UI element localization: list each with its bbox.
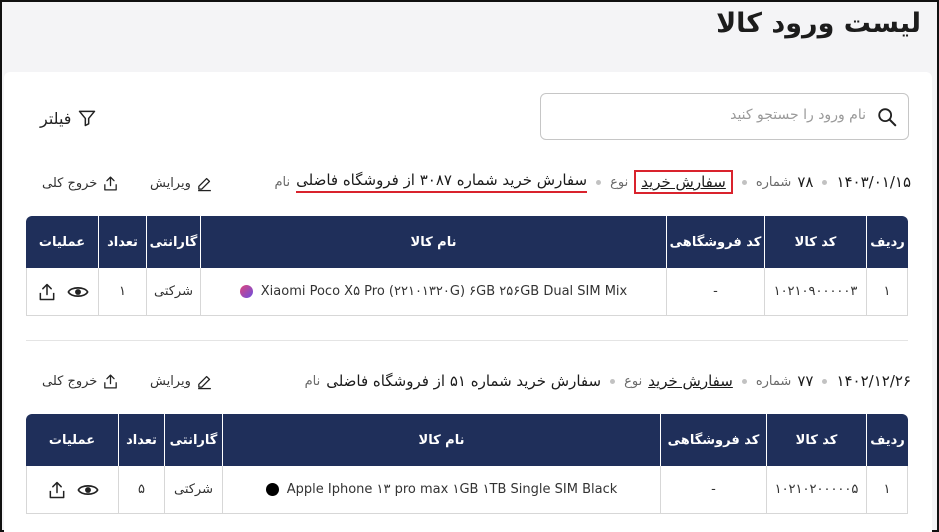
items-table-2: ردیف کد کالا کد فروشگاهی نام کالا گارانت… xyxy=(26,414,908,514)
export-button[interactable]: خروج کلی xyxy=(42,172,119,194)
color-swatch xyxy=(265,483,279,496)
col-header-store-code: کد فروشگاهی xyxy=(666,216,764,268)
col-header-product: نام کالا xyxy=(200,216,666,268)
product-name: Apple Iphone ۱۳ pro max ۱GB ۱TB Single S… xyxy=(286,482,618,497)
cell-warranty: شرکتی xyxy=(164,466,222,514)
section-divider xyxy=(26,340,908,341)
cell-qty: ۵ xyxy=(118,466,164,514)
col-header-warranty: گارانتی xyxy=(164,414,222,466)
order-type-link[interactable]: سفارش خرید xyxy=(648,372,733,390)
separator-dot xyxy=(741,179,747,185)
edit-icon xyxy=(198,177,211,191)
color-swatch xyxy=(239,285,253,298)
order-type-highlight: سفارش خرید xyxy=(634,170,733,194)
order-name-label: نام xyxy=(274,174,291,190)
col-header-warranty: گارانتی xyxy=(146,216,200,268)
cell-qty: ۱ xyxy=(98,268,146,316)
export-label: خروج کلی xyxy=(42,175,98,191)
order-info-2: نام سفارش خرید شماره ۵۱ از فروشگاه فاضلی… xyxy=(305,369,911,393)
share-icon[interactable] xyxy=(47,480,67,500)
order-type-label: نوع xyxy=(624,373,643,389)
cell-code: ۱۰۲۱۰۹۰۰۰۰۰۳ xyxy=(764,268,866,316)
export-button[interactable]: خروج کلی xyxy=(42,370,119,392)
edit-label: ویرایش xyxy=(150,175,191,191)
col-header-product: نام کالا xyxy=(222,414,660,466)
order-info-1: نام سفارش خرید شماره ۳۰۸۷ از فروشگاه فاض… xyxy=(274,170,911,194)
order-name: سفارش خرید شماره ۳۰۸۷ از فروشگاه فاضلی xyxy=(296,171,588,193)
separator-dot xyxy=(822,378,828,384)
edit-icon xyxy=(198,375,211,389)
order-type-label: نوع xyxy=(610,174,629,190)
view-icon[interactable] xyxy=(66,281,89,303)
cell-product: Apple Iphone ۱۳ pro max ۱GB ۱TB Single S… xyxy=(222,466,660,514)
share-icon[interactable] xyxy=(37,282,57,302)
col-header-code: کد کالا xyxy=(766,414,866,466)
table-row: ۱ ۱۰۲۱۰۲۰۰۰۰۰۵ - Apple Iphone ۱۳ pro max… xyxy=(26,466,908,514)
cell-operations xyxy=(26,268,98,316)
cell-operations xyxy=(26,466,118,514)
export-icon xyxy=(104,175,118,191)
col-header-store-code: کد فروشگاهی xyxy=(660,414,766,466)
filter-icon xyxy=(79,110,96,127)
separator-dot xyxy=(596,179,602,185)
edit-label: ویرایش xyxy=(150,373,191,389)
search-icon[interactable] xyxy=(876,106,898,128)
cell-store-code: - xyxy=(660,466,766,514)
items-table-1: ردیف کد کالا کد فروشگاهی نام کالا گارانت… xyxy=(26,216,908,316)
col-header-code: کد کالا xyxy=(764,216,866,268)
search-placeholder: نام ورود را جستجو کنید xyxy=(730,107,866,123)
cell-code: ۱۰۲۱۰۲۰۰۰۰۰۵ xyxy=(766,466,866,514)
col-header-index: ردیف xyxy=(866,216,908,268)
order-number-label: شماره xyxy=(755,174,792,190)
col-header-operations: عملیات xyxy=(26,216,98,268)
separator-dot xyxy=(741,378,747,384)
order-type-link[interactable]: سفارش خرید xyxy=(641,173,726,191)
export-label: خروج کلی xyxy=(42,373,98,389)
product-name: Xiaomi Poco X۵ Pro (۲۲۱۰۱۳۲۰G) ۶GB ۲۵۶GB… xyxy=(260,284,628,299)
table-row: ۱ ۱۰۲۱۰۹۰۰۰۰۰۳ - Xiaomi Poco X۵ Pro (۲۲۱… xyxy=(26,268,908,316)
order-name: سفارش خرید شماره ۵۱ از فروشگاه فاضلی xyxy=(326,372,602,390)
table-header-row: ردیف کد کالا کد فروشگاهی نام کالا گارانت… xyxy=(26,216,908,268)
cell-index: ۱ xyxy=(866,268,908,316)
order-number-label: شماره xyxy=(755,373,792,389)
order-date: ۱۴۰۳/۰۱/۱۵ xyxy=(836,173,911,191)
export-icon xyxy=(104,373,118,389)
search-input[interactable]: نام ورود را جستجو کنید xyxy=(540,93,909,140)
order-number: ۷۷ xyxy=(797,372,814,390)
cell-warranty: شرکتی xyxy=(146,268,200,316)
order-date: ۱۴۰۲/۱۲/۲۶ xyxy=(836,372,911,390)
page-title: لیست ورود کالا xyxy=(716,8,921,39)
col-header-operations: عملیات xyxy=(26,414,118,466)
col-header-qty: تعداد xyxy=(118,414,164,466)
order-number: ۷۸ xyxy=(797,173,814,191)
col-header-index: ردیف xyxy=(866,414,908,466)
cell-store-code: - xyxy=(666,268,764,316)
filter-label: فیلتر xyxy=(40,108,72,128)
separator-dot xyxy=(822,179,828,185)
filter-button[interactable]: فیلتر xyxy=(40,104,97,132)
edit-button[interactable]: ویرایش xyxy=(150,172,213,194)
view-icon[interactable] xyxy=(76,479,99,501)
edit-button[interactable]: ویرایش xyxy=(150,370,213,392)
order-name-label: نام xyxy=(304,373,321,389)
table-header-row: ردیف کد کالا کد فروشگاهی نام کالا گارانت… xyxy=(26,414,908,466)
cell-index: ۱ xyxy=(866,466,908,514)
cell-product: Xiaomi Poco X۵ Pro (۲۲۱۰۱۳۲۰G) ۶GB ۲۵۶GB… xyxy=(200,268,666,316)
separator-dot xyxy=(610,378,616,384)
col-header-qty: تعداد xyxy=(98,216,146,268)
